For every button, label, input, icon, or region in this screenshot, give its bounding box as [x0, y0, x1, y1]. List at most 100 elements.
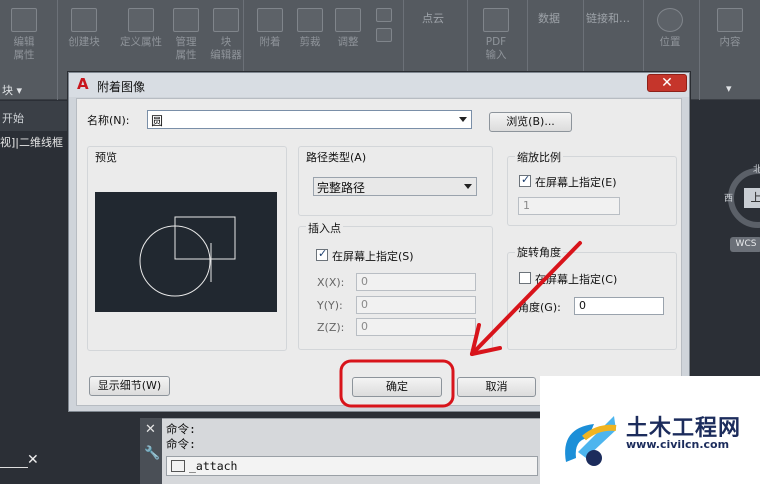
- scale-onscreen-checkbox[interactable]: [519, 173, 531, 187]
- z-label: Z(Z):: [317, 321, 345, 334]
- pdf-import-button[interactable]: PDF 输入: [476, 8, 516, 62]
- scale-field[interactable]: 1: [518, 197, 620, 215]
- attach-icon: [257, 8, 283, 32]
- block-panel-label[interactable]: 块 ▾: [2, 82, 22, 98]
- site-watermark: 土木工程网 www.civilcn.com: [540, 376, 760, 484]
- manage-attributes-label: 管理 属性: [175, 36, 197, 61]
- adjust-button[interactable]: 调整: [328, 8, 368, 49]
- command-input-text: _attach: [189, 459, 238, 473]
- compass-north-label: 北: [753, 165, 760, 175]
- y-field[interactable]: 0: [356, 296, 476, 314]
- autocad-logo-icon: A: [77, 75, 89, 93]
- close-icon: ✕: [661, 75, 673, 91]
- define-attributes-label: 定义属性: [120, 36, 162, 48]
- dialog-titlebar[interactable]: A 附着图像 ✕: [69, 73, 689, 97]
- x-field[interactable]: 0: [356, 273, 476, 291]
- block-editor-button[interactable]: 块 编辑器: [206, 8, 246, 62]
- viewcube-face[interactable]: 上: [744, 188, 760, 208]
- chevron-down-icon: [464, 184, 472, 189]
- name-label: 名称(N):: [87, 114, 130, 127]
- wcs-button[interactable]: WCS: [730, 237, 760, 252]
- name-value: 圆: [151, 114, 164, 128]
- close-command-line-icon[interactable]: ✕: [145, 422, 156, 437]
- cancel-button[interactable]: 取消: [457, 377, 536, 397]
- customize-wrench-icon[interactable]: 🔧: [144, 446, 160, 461]
- attach-image-dialog: A 附着图像 ✕ 名称(N): 圆 浏览(B)... 预览 路径类型(A) 完整…: [68, 72, 690, 412]
- edit-attributes-label: 编辑 属性: [13, 36, 35, 61]
- insertion-point-label: 插入点: [306, 220, 343, 236]
- file-tab-start[interactable]: 开始: [0, 101, 68, 131]
- expand-arrow-icon[interactable]: ▾: [726, 82, 732, 95]
- adjust-label: 调整: [337, 36, 359, 48]
- rotation-onscreen-checkbox[interactable]: [519, 272, 531, 284]
- adjust-icon: [335, 8, 361, 32]
- create-block-button[interactable]: 创建块: [64, 8, 104, 49]
- content-icon: [717, 8, 743, 32]
- globe-icon: [657, 8, 683, 32]
- dialog-close-button[interactable]: ✕: [647, 74, 687, 92]
- attach-button[interactable]: 附着: [250, 8, 290, 49]
- ucs-x-icon: ✕: [27, 452, 39, 468]
- viewport-controls-label[interactable]: 视]|二维线框: [0, 134, 63, 150]
- path-type-combobox[interactable]: 完整路径: [313, 177, 477, 196]
- pdf-import-label: PDF 输入: [485, 36, 507, 61]
- dialog-title: 附着图像: [97, 80, 146, 94]
- pdf-icon: [483, 8, 509, 32]
- insertion-onscreen-label: 在屏幕上指定(S): [332, 250, 414, 263]
- define-attributes-button[interactable]: 定义属性: [114, 8, 168, 49]
- block-editor-label: 块 编辑器: [210, 36, 242, 61]
- chevron-down-icon: [459, 117, 467, 122]
- preview-label: 预览: [95, 151, 117, 164]
- name-combobox[interactable]: 圆: [147, 110, 472, 129]
- z-field[interactable]: 0: [356, 318, 476, 336]
- insertion-onscreen-checkbox[interactable]: [316, 247, 328, 261]
- clip-label: 剪裁: [299, 36, 321, 48]
- manage-attributes-button[interactable]: 管理 属性: [166, 8, 206, 62]
- ok-button[interactable]: 确定: [352, 377, 442, 397]
- rotation-onscreen-label: 在屏幕上指定(C): [535, 273, 618, 286]
- content-button[interactable]: 内容: [710, 8, 750, 49]
- command-history-line: 命令:: [166, 422, 196, 436]
- command-prompt-icon[interactable]: [171, 460, 185, 472]
- watermark-logo-icon: [565, 416, 617, 466]
- command-history-line: 命令:: [166, 437, 196, 451]
- block-editor-icon: [213, 8, 239, 32]
- point-cloud-panel-label: 点云: [422, 12, 444, 25]
- tab-label: 开始: [2, 112, 24, 125]
- location-label: 位置: [659, 36, 681, 48]
- manage-attributes-icon: [173, 8, 199, 32]
- image-preview: [95, 192, 277, 312]
- compass-west-label: 西: [724, 194, 734, 204]
- clip-icon: [297, 8, 323, 32]
- ucs-icon: ✕: [0, 440, 48, 484]
- small-tool-icon: [376, 28, 392, 42]
- clip-button[interactable]: 剪裁: [290, 8, 330, 49]
- preview-drawing: [139, 216, 236, 297]
- x-label: X(X):: [317, 276, 345, 289]
- scale-label: 缩放比例: [515, 149, 563, 165]
- angle-label: 角度(G):: [518, 301, 561, 314]
- create-block-label: 创建块: [68, 36, 100, 48]
- small-tool-icon: [376, 8, 392, 22]
- show-details-button[interactable]: 显示细节(W): [89, 376, 170, 396]
- link-panel-label: 链接和…: [586, 12, 630, 25]
- location-button[interactable]: 位置: [650, 8, 690, 49]
- browse-button[interactable]: 浏览(B)...: [489, 112, 572, 132]
- data-panel-label: 数据: [538, 12, 560, 25]
- command-line-toolbar: ✕ 🔧: [140, 418, 162, 484]
- angle-field[interactable]: 0: [574, 297, 664, 315]
- rotation-label: 旋转角度: [515, 244, 563, 260]
- attach-label: 附着: [259, 36, 281, 48]
- edit-attributes-button[interactable]: 编辑 属性: [4, 8, 44, 62]
- scale-onscreen-label: 在屏幕上指定(E): [535, 176, 617, 189]
- path-type-label: 路径类型(A): [306, 151, 367, 164]
- content-label: 内容: [719, 36, 741, 48]
- reference-small-tools[interactable]: [370, 8, 398, 46]
- path-type-value: 完整路径: [317, 181, 366, 195]
- create-block-icon: [71, 8, 97, 32]
- scale-group: [507, 156, 677, 226]
- ucs-axis-line: [0, 467, 28, 468]
- command-input[interactable]: _attach: [166, 456, 538, 476]
- watermark-url: www.civilcn.com: [626, 438, 730, 451]
- y-label: Y(Y):: [317, 299, 343, 312]
